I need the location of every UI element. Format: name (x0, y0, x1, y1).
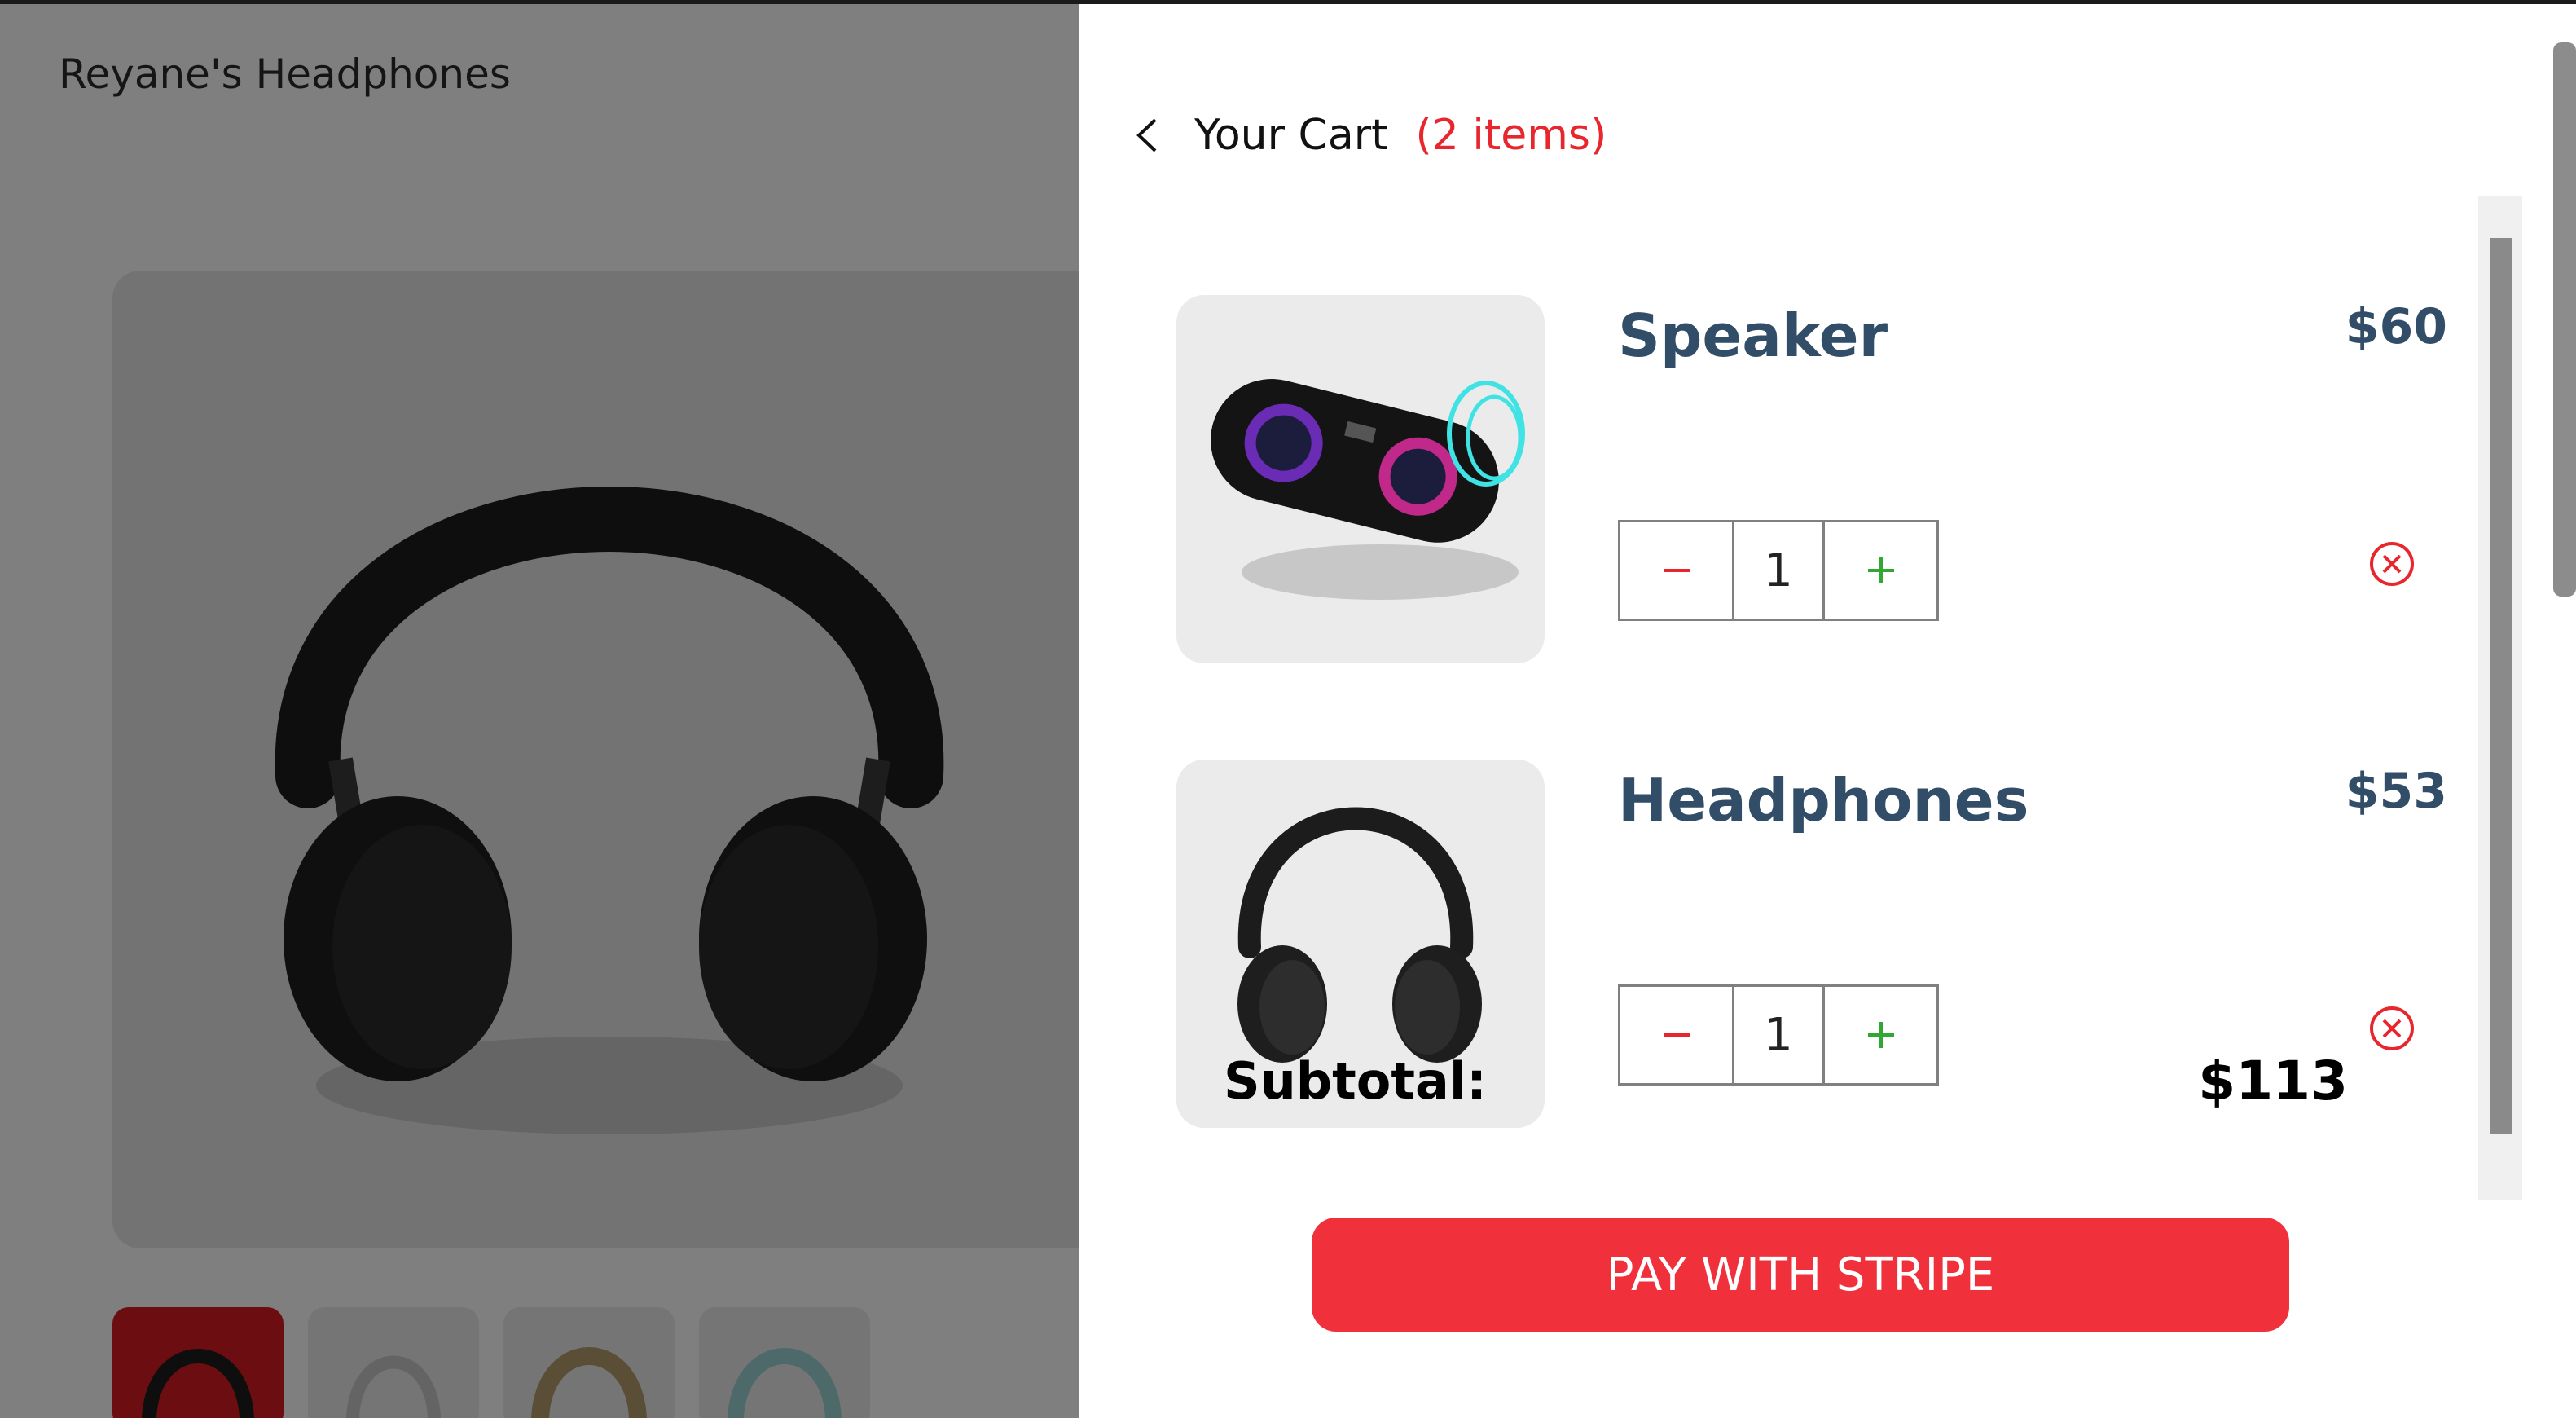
pay-with-stripe-button[interactable]: PAY WITH STRIPE (1312, 1218, 2289, 1332)
item-price: $60 (2345, 298, 2447, 355)
top-border (0, 0, 2576, 4)
quantity-value: 1 (1764, 544, 1793, 597)
quantity-stepper: 1 (1618, 984, 1939, 1086)
decrease-quantity-button[interactable] (1620, 522, 1734, 619)
decrease-quantity-button[interactable] (1620, 987, 1734, 1083)
cart-header: Your Cart (2 items) (1131, 104, 1607, 166)
remove-item-button[interactable] (2367, 1004, 2416, 1053)
subtotal-label: Subtotal: (1224, 1051, 1487, 1111)
cart-item: Speaker $60 1 (1176, 295, 2447, 663)
back-button[interactable] (1131, 104, 1180, 166)
cart-scrollbar-thumb[interactable] (2490, 238, 2512, 1134)
item-price: $53 (2345, 763, 2447, 820)
plus-icon (1867, 1022, 1894, 1048)
item-image (1176, 295, 1545, 663)
item-name: Speaker (1618, 302, 1888, 370)
plus-icon (1867, 557, 1894, 583)
minus-icon (1663, 1033, 1690, 1037)
chevron-left-icon (1136, 118, 1157, 152)
quantity-value: 1 (1764, 1008, 1793, 1062)
remove-item-button[interactable] (2367, 539, 2416, 588)
minus-icon (1663, 569, 1690, 572)
speaker-image (1211, 378, 1525, 600)
close-circle-icon (2370, 1006, 2414, 1050)
page: Reyane's Headphones (0, 0, 2576, 1418)
cart-title: Your Cart (1194, 111, 1388, 160)
increase-quantity-button[interactable] (1822, 522, 1936, 619)
page-scrollbar[interactable] (2553, 42, 2576, 597)
close-circle-icon (2370, 542, 2414, 586)
cart-panel: Your Cart (2 items) Speaker $60 1 Headph… (1079, 0, 2545, 1418)
quantity-stepper: 1 (1618, 520, 1939, 621)
cart-item-count: (2 items) (1415, 111, 1607, 160)
item-name: Headphones (1618, 766, 2029, 835)
subtotal-value: $113 (2198, 1050, 2348, 1112)
increase-quantity-button[interactable] (1822, 987, 1936, 1083)
modal-overlay[interactable] (0, 0, 1079, 1418)
